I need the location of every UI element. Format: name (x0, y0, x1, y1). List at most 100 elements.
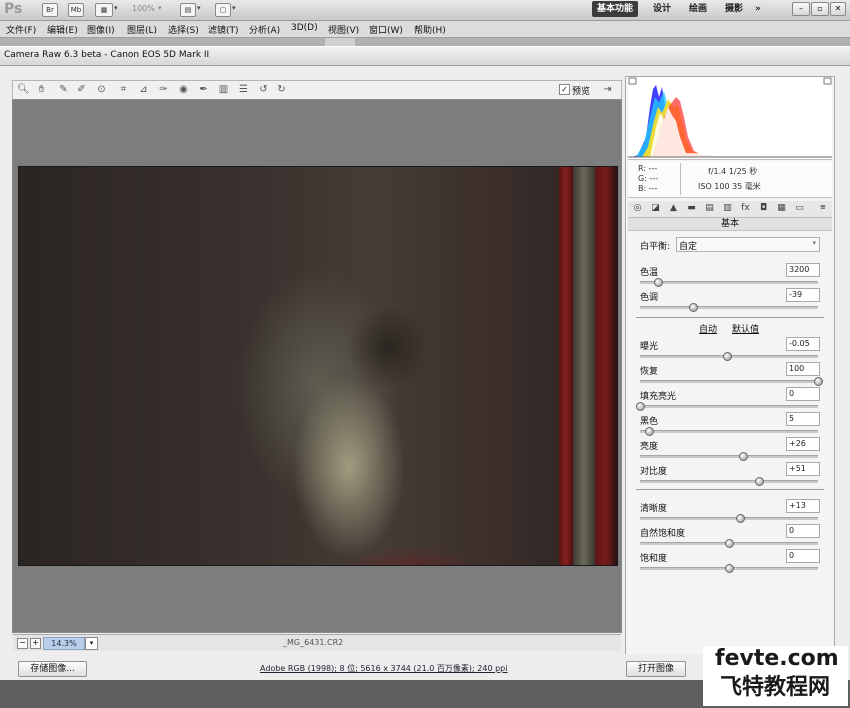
auto-link[interactable]: 自动 (699, 322, 717, 335)
arrange-documents-button[interactable]: ▤ (180, 3, 196, 17)
preview-label: 预览 (572, 87, 591, 97)
slider-handle[interactable] (636, 402, 645, 411)
spot-removal-tool-icon[interactable]: ✑ (157, 83, 170, 96)
zoom-bar: − + 14.3% ▾ _MG_6431.CR2 (13, 634, 621, 651)
zoom-level[interactable]: 100% (132, 4, 155, 13)
red-eye-tool-icon[interactable]: ◉ (177, 83, 190, 96)
slider-value-field[interactable]: 0 (786, 524, 820, 538)
menu-analysis[interactable]: 分析(A) (249, 23, 280, 36)
rotate-right-icon[interactable]: ↻ (275, 83, 288, 96)
restore-button[interactable]: ▫ (811, 2, 829, 16)
slider-value-field[interactable]: +26 (786, 437, 820, 451)
slider-track[interactable] (640, 430, 818, 433)
slider-handle[interactable] (725, 564, 734, 573)
chevron-down-icon[interactable]: ▾ (197, 4, 201, 12)
slider-value-field[interactable]: 0 (786, 387, 820, 401)
menu-image[interactable]: 图像(I) (87, 23, 115, 36)
slider-track[interactable] (640, 480, 818, 483)
workspace-essentials[interactable]: 基本功能 (592, 1, 639, 17)
zoom-in-button[interactable]: + (30, 638, 41, 649)
menu-select[interactable]: 选择(S) (168, 23, 199, 36)
slider-track[interactable] (640, 455, 818, 458)
slider-handle[interactable] (814, 377, 823, 386)
file-name: _MG_6431.CR2 (283, 638, 344, 647)
adjustment-brush-icon[interactable]: ✒ (197, 83, 210, 96)
workspace-design[interactable]: 设计 (648, 1, 676, 17)
fullscreen-icon[interactable]: ⇥ (601, 83, 614, 96)
slider-list: 色温 3200 色调 -39 曝光 -0.05 恢复 100 填充亮光 0 黑色 5 亮度 +26 对比度 +… (626, 77, 834, 656)
preferences-icon[interactable]: ☰ (237, 83, 250, 96)
menu-3d[interactable]: 3D(D) (291, 23, 318, 33)
zoom-dropdown[interactable]: ▾ (85, 637, 98, 650)
bridge-button[interactable]: Br (42, 3, 58, 17)
chevron-down-icon[interactable]: ▾ (114, 4, 118, 12)
menu-help[interactable]: 帮助(H) (414, 23, 446, 36)
slider-value-field[interactable]: -39 (786, 288, 820, 302)
workspace-photography[interactable]: 摄影 (720, 1, 748, 17)
zoom-level-field[interactable]: 14.3% (43, 637, 85, 650)
minimize-button[interactable]: – (792, 2, 810, 16)
dialog-title-bar: Camera Raw 6.3 beta - Canon EOS 5D Mark … (0, 47, 850, 66)
menu-view[interactable]: 视图(V) (328, 23, 359, 36)
slider-label: 色温 (640, 268, 659, 278)
slider-value-field[interactable]: 0 (786, 549, 820, 563)
workflow-options-link[interactable]: Adobe RGB (1998); 8 位; 5616 x 3744 (21.0… (260, 663, 507, 674)
slider-value-field[interactable]: 3200 (786, 263, 820, 277)
slider-handle[interactable] (723, 352, 733, 361)
slider-handle[interactable] (653, 278, 663, 287)
slider-value-field[interactable]: 100 (786, 362, 820, 376)
workspace-painting[interactable]: 绘画 (684, 1, 712, 17)
slider-handle[interactable] (735, 514, 745, 523)
zoom-tool-icon[interactable]: 🔍︎ (17, 83, 30, 96)
color-sampler-tool-icon[interactable]: ✐ (75, 83, 88, 96)
slider-label: 饱和度 (640, 554, 668, 564)
slider-handle[interactable] (739, 452, 749, 461)
crop-tool-icon[interactable]: ⌗ (117, 83, 130, 96)
slider-row: 亮度 +26 (626, 437, 834, 463)
slider-value-field[interactable]: 5 (786, 412, 820, 426)
slider-handle[interactable] (755, 477, 765, 486)
screen-mode-button[interactable]: ▢ (215, 3, 231, 17)
menu-bar: 文件(F) 编辑(E) 图像(I) 图层(L) 选择(S) 滤镜(T) 分析(A… (0, 21, 850, 38)
chevron-down-icon[interactable]: ▾ (158, 4, 162, 12)
slider-handle[interactable] (689, 303, 699, 312)
menu-edit[interactable]: 编辑(E) (47, 23, 78, 36)
slider-track[interactable] (640, 405, 818, 408)
hand-tool-icon[interactable]: ✋︎ (35, 83, 48, 96)
save-image-button[interactable]: 存储图像... (18, 661, 87, 677)
slider-handle[interactable] (725, 539, 734, 548)
slider-track[interactable] (640, 517, 818, 520)
menu-filter[interactable]: 滤镜(T) (208, 23, 239, 36)
slider-value-field[interactable]: +13 (786, 499, 820, 513)
slider-value-field[interactable]: +51 (786, 462, 820, 476)
default-link[interactable]: 默认值 (732, 322, 759, 335)
slider-label: 自然饱和度 (640, 529, 686, 539)
mini-bridge-button[interactable]: Mb (68, 3, 84, 17)
rotate-left-icon[interactable]: ↺ (257, 83, 270, 96)
menu-window[interactable]: 窗口(W) (369, 23, 403, 36)
slider-row: 恢复 100 (626, 362, 834, 388)
close-button[interactable]: ✕ (830, 2, 846, 16)
slider-track[interactable] (640, 281, 818, 284)
slider-label: 填充亮光 (640, 392, 677, 402)
menu-layer[interactable]: 图层(L) (127, 23, 157, 36)
menu-file[interactable]: 文件(F) (6, 23, 36, 36)
graduated-filter-icon[interactable]: ▥ (217, 83, 230, 96)
open-image-button[interactable]: 打开图像 (626, 661, 686, 677)
view-extras-button[interactable]: ▦ (95, 3, 113, 17)
preview-checkbox[interactable]: ✓ (559, 84, 570, 95)
slider-value-field[interactable]: -0.05 (786, 337, 820, 351)
slider-row: 填充亮光 0 (626, 387, 834, 413)
slider-track[interactable] (640, 380, 818, 383)
targeted-adjustment-tool-icon[interactable]: ⊙ (95, 83, 108, 96)
more-workspaces-button[interactable]: » (750, 1, 766, 17)
chevron-down-icon[interactable]: ▾ (232, 4, 236, 12)
slider-track[interactable] (640, 306, 818, 309)
image-preview-area[interactable]: − + 14.3% ▾ _MG_6431.CR2 (12, 99, 622, 651)
slider-handle[interactable] (644, 427, 654, 436)
zoom-out-button[interactable]: − (17, 638, 28, 649)
slider-row: 自然饱和度 0 (626, 524, 834, 550)
slider-label: 对比度 (640, 467, 668, 477)
white-balance-tool-icon[interactable]: ✎ (57, 83, 70, 96)
straighten-tool-icon[interactable]: ⊿ (137, 83, 150, 96)
